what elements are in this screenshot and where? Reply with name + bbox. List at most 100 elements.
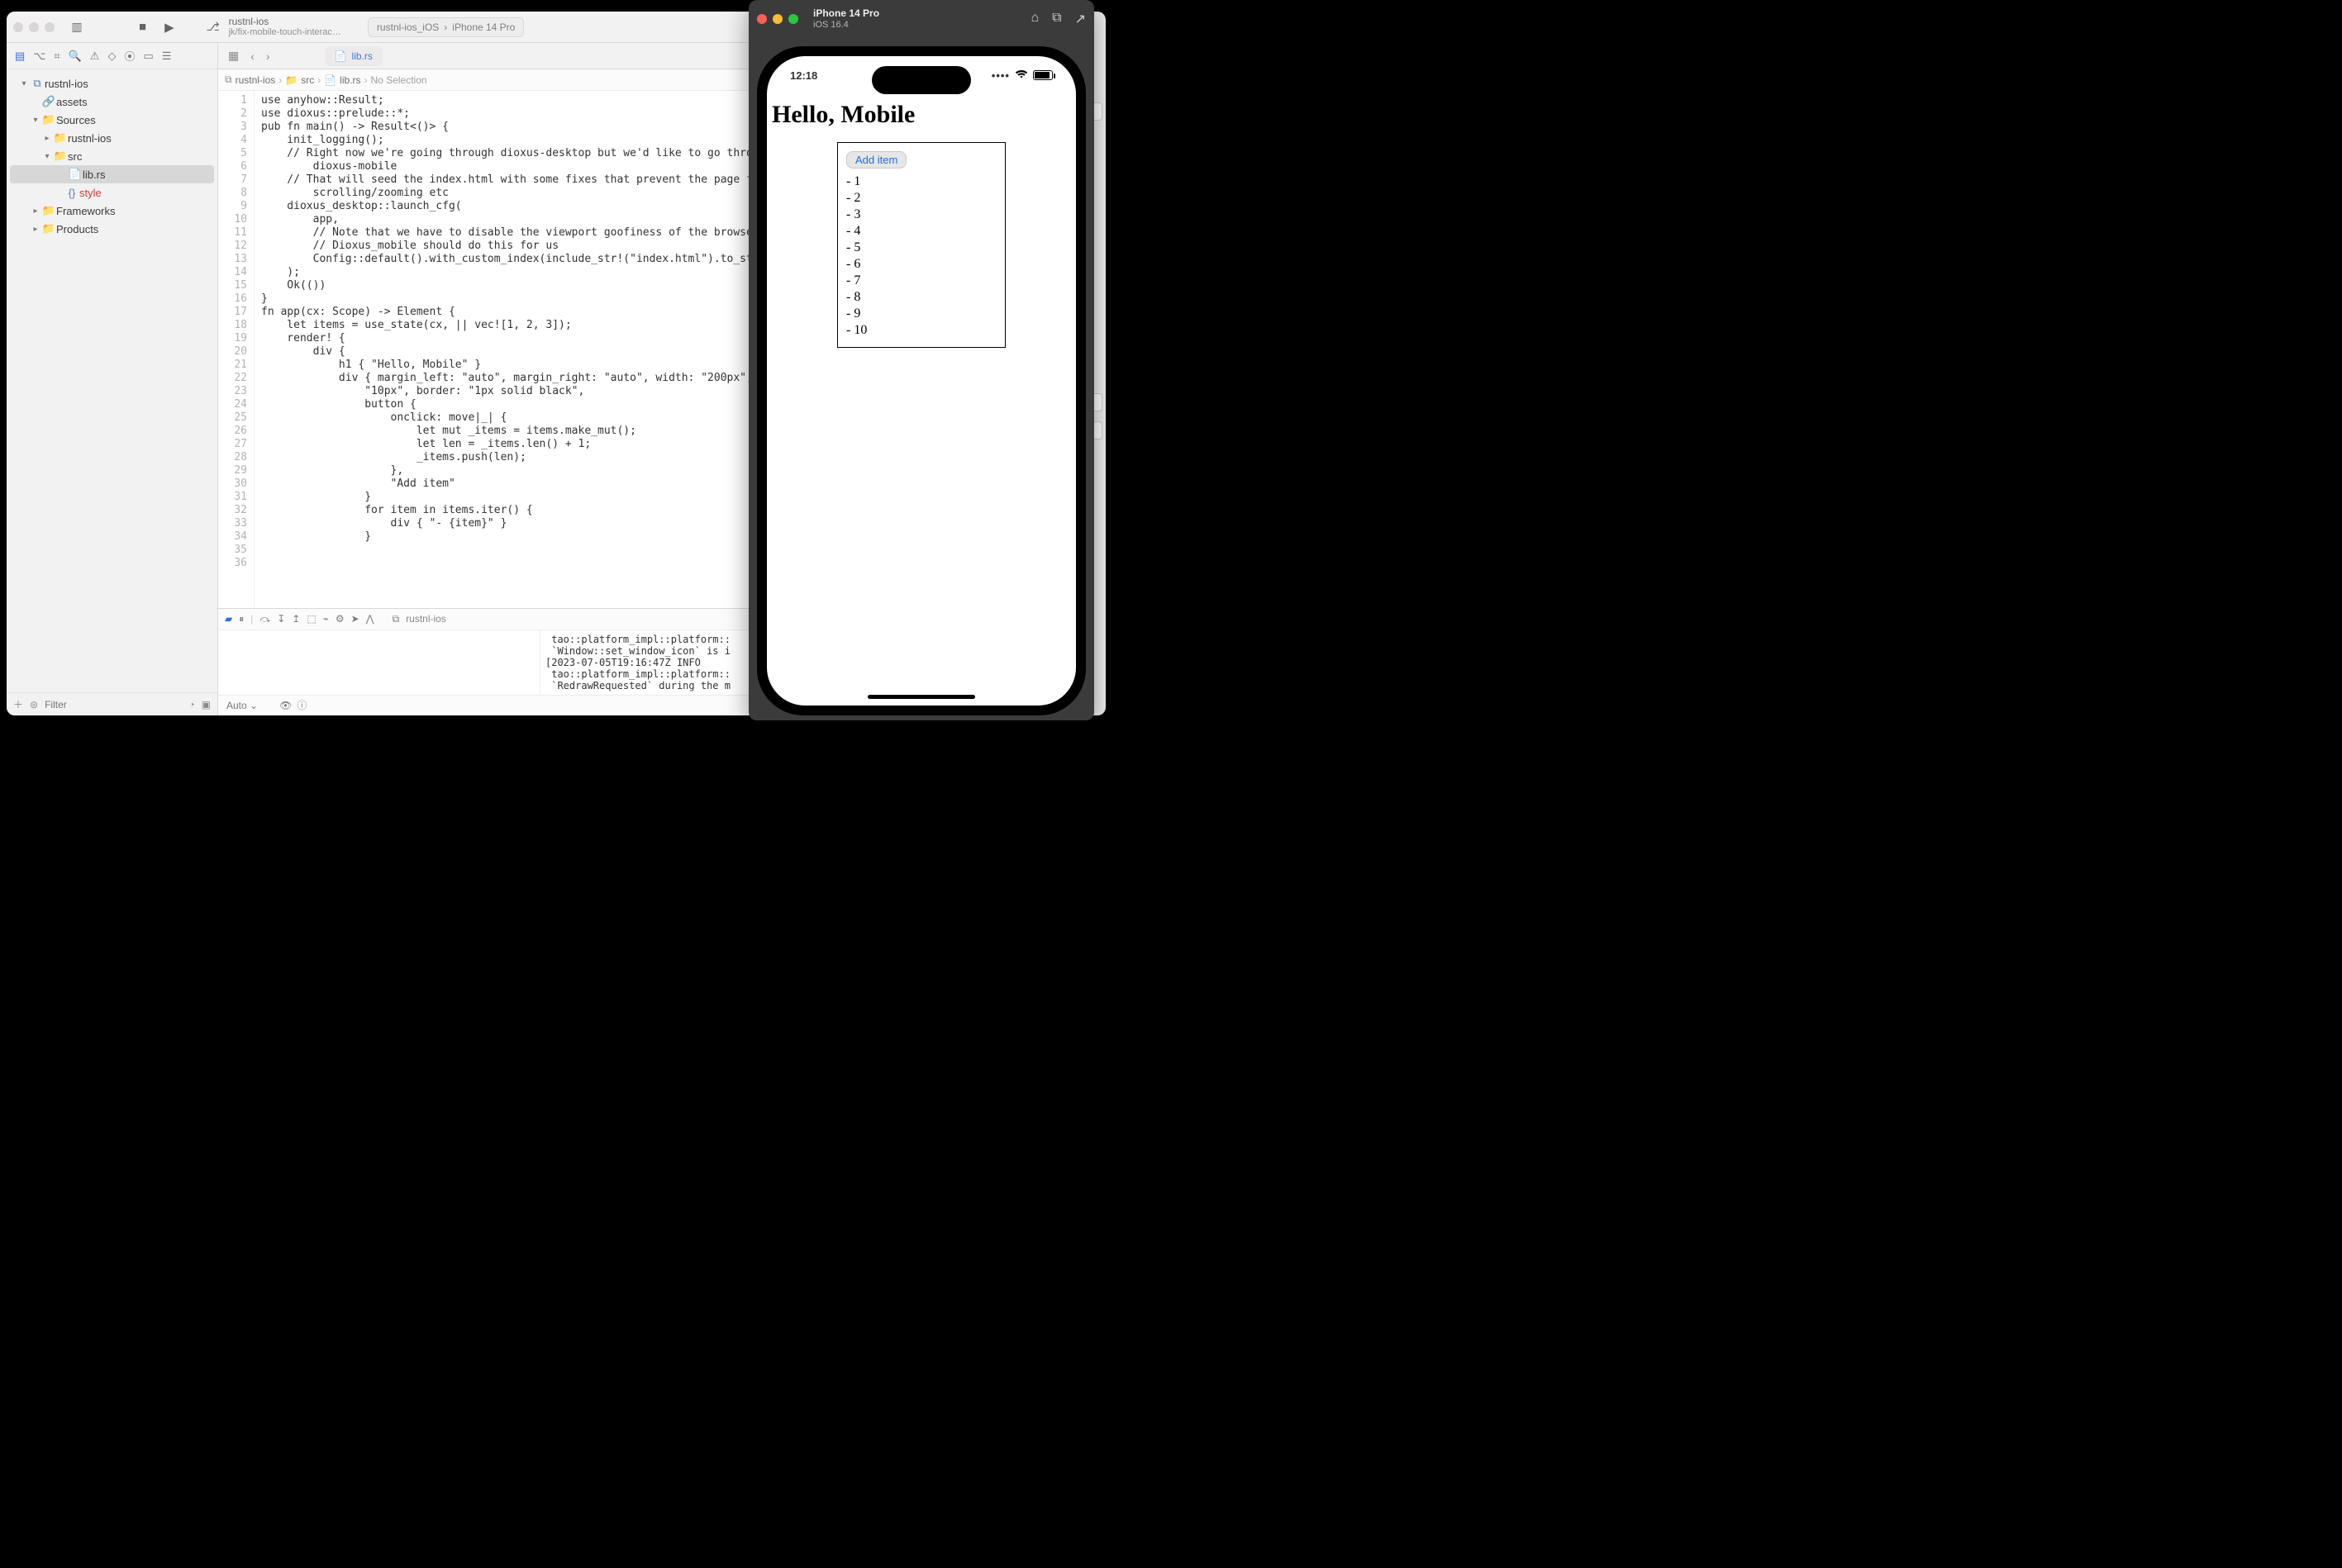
debug-active-icon[interactable]: ▰ [225, 613, 232, 625]
more-icon[interactable]: ⋀ [366, 613, 374, 625]
zoom-icon[interactable] [788, 14, 798, 24]
list-item: - 5 [846, 240, 997, 256]
jumpbar-project[interactable]: rustnl-ios [236, 74, 276, 86]
location-icon[interactable]: ➤ [351, 613, 359, 625]
folder-icon[interactable]: ▤ [15, 50, 25, 63]
debug-scheme-label: rustnl-ios [406, 613, 446, 625]
sidebar-toggle-icon[interactable]: ▥ [69, 20, 84, 34]
tree-item-rustnl-ios[interactable]: ▾⧉rustnl-ios [7, 74, 217, 93]
branch-project: rustnl-ios [229, 17, 341, 27]
step-into-icon[interactable]: ↧ [277, 613, 285, 625]
jumpbar-file[interactable]: lib.rs [340, 74, 360, 86]
list-item: - 3 [846, 207, 997, 223]
app-heading: Hello, Mobile [772, 101, 1071, 129]
list-item: - 2 [846, 190, 997, 207]
close-icon[interactable] [13, 22, 23, 32]
navigator-filter-input[interactable] [45, 699, 182, 710]
tree-item-sources[interactable]: ▾📁Sources [7, 111, 217, 129]
editor-tab-label: lib.rs [352, 50, 373, 62]
status-time: 12:18 [790, 69, 817, 82]
pause-icon[interactable]: ⏸ [239, 613, 244, 625]
tests-icon[interactable]: ◇ [107, 50, 116, 63]
add-icon[interactable]: ＋ [13, 697, 23, 711]
step-out-icon[interactable]: ↥ [292, 613, 300, 625]
navigator-tabs[interactable]: ▤ ⌥ ⌗ 🔍 ⚠ ◇ ⦿ ▭ ☰ [7, 43, 217, 69]
close-icon[interactable] [757, 14, 767, 24]
branch-icon: ⎇ [206, 20, 221, 34]
home-indicator[interactable] [868, 695, 975, 699]
tree-item-src[interactable]: ▾📁src [7, 147, 217, 165]
zoom-icon[interactable] [45, 22, 55, 32]
minimize-icon[interactable] [773, 14, 783, 24]
tree-item-style[interactable]: {}style [7, 183, 217, 202]
scm-filter-icon[interactable]: ▣ [202, 699, 211, 710]
related-items-icon[interactable]: ▦ [225, 49, 242, 63]
simulator-os-version: iOS 16.4 [813, 20, 879, 31]
simulator-titlebar: iPhone 14 Pro iOS 16.4 ⌂ ⧉ ↗ [749, 0, 1094, 38]
find-icon[interactable]: 🔍 [69, 50, 82, 63]
list-item: - 1 [846, 173, 997, 190]
variables-view[interactable] [218, 630, 540, 695]
cellular-icon: •••• [992, 69, 1010, 82]
step-over-icon[interactable]: ⤼ [259, 613, 270, 625]
stop-button[interactable]: ■ [134, 20, 151, 34]
vars-info-icon[interactable]: ⓘ [297, 698, 307, 712]
tree-item-assets[interactable]: 🔗assets [7, 93, 217, 111]
battery-icon [1033, 70, 1053, 80]
file-icon: 📄 [335, 50, 347, 62]
rotate-icon[interactable]: ↗ [1075, 11, 1086, 27]
vars-mode-selector[interactable]: Auto ⌄ [226, 700, 258, 711]
memory-graph-icon[interactable]: ⌁ [323, 613, 329, 625]
recent-icon[interactable]: ◔ [188, 699, 194, 710]
list-item: - 9 [846, 306, 997, 322]
debug-icon[interactable]: ⦿ [124, 48, 135, 64]
nav-forward-icon[interactable]: › [263, 50, 274, 63]
list-item: - 4 [846, 223, 997, 240]
items-card: Add item - 1- 2- 3- 4- 5- 6- 7- 8- 9- 10 [837, 142, 1006, 348]
tree-item-frameworks[interactable]: ▸📁Frameworks [7, 202, 217, 220]
vars-visibility-icon[interactable]: 👁 [279, 700, 292, 711]
scheme-device: iPhone 14 Pro [452, 21, 515, 33]
symbols-icon[interactable]: ⌗ [54, 50, 60, 63]
simulator-device-name: iPhone 14 Pro [813, 8, 879, 20]
simulator-actions: ⌂ ⧉ ↗ [1031, 11, 1086, 27]
list-item: - 8 [846, 289, 997, 306]
issues-icon[interactable]: ⚠ [90, 50, 100, 63]
sim-traffic-lights[interactable] [757, 14, 798, 24]
tree-item-products[interactable]: ▸📁Products [7, 220, 217, 238]
device-screen[interactable]: 12:18 •••• Hello, Mobile Add item - 1- 2… [767, 56, 1076, 706]
scheme-selector[interactable]: rustnl-ios_iOS › iPhone 14 Pro [368, 17, 524, 37]
simulator-window: iPhone 14 Pro iOS 16.4 ⌂ ⧉ ↗ 12:18 •••• [749, 0, 1094, 720]
view-debug-icon[interactable]: ⬚ [307, 613, 316, 625]
jumpbar-folder[interactable]: src [301, 74, 314, 86]
reports-icon[interactable]: ☰ [162, 50, 172, 63]
breakpoints-icon[interactable]: ▭ [143, 50, 153, 63]
add-item-button[interactable]: Add item [846, 151, 907, 169]
wifi-icon [1015, 69, 1028, 82]
project-tree[interactable]: ▾⧉rustnl-ios🔗assets▾📁Sources▸📁rustnl-ios… [7, 69, 217, 692]
editor-tab-lib-rs[interactable]: 📄 lib.rs [325, 46, 383, 66]
run-button[interactable]: ▶ [159, 20, 179, 35]
navigator-filter: ＋ ⊜ ◔ ▣ [7, 692, 217, 715]
dynamic-island [872, 66, 971, 94]
home-icon[interactable]: ⌂ [1031, 11, 1039, 27]
app-content: Hello, Mobile Add item - 1- 2- 3- 4- 5- … [767, 101, 1076, 348]
jumpbar-selection[interactable]: No Selection [371, 74, 427, 86]
nav-back-icon[interactable]: ‹ [247, 50, 258, 63]
minimize-icon[interactable] [29, 22, 39, 32]
filter-icon[interactable]: ⊜ [30, 699, 38, 710]
tree-item-rustnl-ios[interactable]: ▸📁rustnl-ios [7, 129, 217, 147]
line-gutter: 1234567891011121314151617181920212223242… [218, 91, 255, 608]
source-control-icon[interactable]: ⌥ [33, 50, 45, 63]
list-item: - 7 [846, 273, 997, 289]
list-item: - 6 [846, 256, 997, 273]
branch-name: jk/fix-mobile-touch-interac… [229, 27, 341, 37]
tree-item-lib-rs[interactable]: 📄lib.rs [10, 165, 214, 183]
list-item: - 10 [846, 322, 997, 339]
environment-icon[interactable]: ⚙ [336, 613, 345, 625]
device-bezel: 12:18 •••• Hello, Mobile Add item - 1- 2… [757, 46, 1086, 715]
screenshot-icon[interactable]: ⧉ [1052, 11, 1061, 27]
scheme-target: rustnl-ios_iOS [377, 21, 439, 33]
branch-indicator[interactable]: rustnl-ios jk/fix-mobile-touch-interac… [229, 17, 341, 37]
xcode-traffic-lights[interactable] [13, 22, 55, 32]
